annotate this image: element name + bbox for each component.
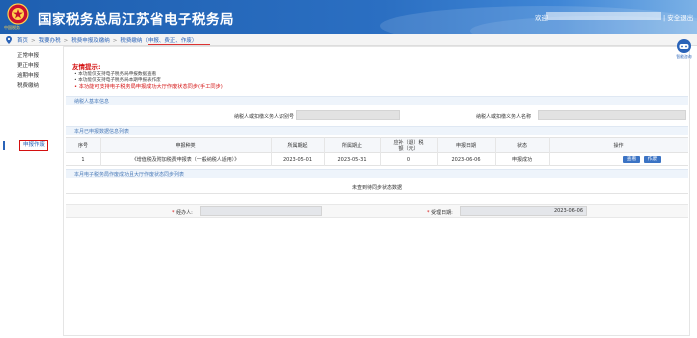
sidebar-item-correction-declaration[interactable]: 更正申报 xyxy=(8,62,48,71)
basic-info-section-header xyxy=(66,96,688,105)
site-title: 国家税务总局江苏省电子税务局 xyxy=(38,12,234,28)
empty-state-text: 未查到待同步状态数据 xyxy=(66,182,688,194)
th-declare-date: 申报日期 xyxy=(455,143,476,149)
tip-line-3: • 本功能可支持电子税务局申报成功大厅作废状态同步(手工同步) xyxy=(74,84,223,90)
sidebar-item-tax-payment[interactable]: 税费缴纳 xyxy=(8,82,48,91)
th-index: 序号 xyxy=(77,143,88,149)
th-period-start: 所属期起 xyxy=(287,143,308,149)
logo-caption: 中国税务 xyxy=(4,25,20,30)
status-badge: 申报成功 xyxy=(511,157,532,163)
handler-label: * 经办人: xyxy=(172,210,193,216)
signoff-row xyxy=(66,204,688,218)
declared-table-header: 序号 申报种类 所属期起 所属期止 应补（退）税额（元） 申报日期 状态 操作 xyxy=(66,137,688,153)
cell-index: 1 xyxy=(81,156,85,163)
username-redacted xyxy=(546,12,661,20)
smart-consult-label: 智能咨询 xyxy=(676,54,692,59)
th-status: 状态 xyxy=(516,143,527,149)
chat-bot-icon xyxy=(677,39,691,53)
location-pin-icon xyxy=(6,36,12,44)
declared-section-header xyxy=(66,126,688,135)
table-divider xyxy=(324,137,325,166)
tax-emblem-icon xyxy=(7,3,29,25)
taxpayer-name-field[interactable] xyxy=(538,110,686,120)
th-declaration-type: 申报种类 xyxy=(175,143,196,149)
table-divider xyxy=(495,137,496,166)
hall-sync-section-title: 本月电子税务局作废成功且大厅作废状态同步列表 xyxy=(74,172,185,178)
void-button[interactable]: 作废 xyxy=(644,156,661,163)
th-period-end: 所属期止 xyxy=(341,143,362,149)
cell-declaration-type: 《增值税及附加税费申报表（一般纳税人适用）》 xyxy=(131,157,240,163)
smart-consult-widget[interactable]: 智能咨询 xyxy=(671,37,697,59)
breadcrumb-highlight xyxy=(148,44,210,45)
handler-field[interactable] xyxy=(200,206,322,216)
breadcrumb-tax-handling[interactable]: 我要办税 xyxy=(39,38,61,44)
logout-link[interactable]: | 安全退出 xyxy=(663,12,693,22)
basic-info-section-title: 纳税人基本信息 xyxy=(74,99,110,105)
cell-declare-date: 2023-06-06 xyxy=(451,156,481,163)
date-field[interactable]: 2023-06-06 xyxy=(460,206,587,216)
th-amount: 应补（退）税额（元） xyxy=(393,140,424,152)
cell-amount: 0 xyxy=(406,156,411,163)
declared-section-title: 本月已申报数据信息列表 xyxy=(74,129,130,135)
sidebar-item-overdue-declaration[interactable]: 逾期申报 xyxy=(8,72,48,81)
taxpayer-id-label: 纳税人或扣缴义务人识别号 xyxy=(234,114,295,120)
date-label: * 受理日期: xyxy=(427,210,453,216)
th-actions: 操作 xyxy=(613,143,624,149)
page: 中国税务 国家税务总局江苏省电子税务局 欢迎 | 安全退出 首页 > 我要办税 > 税费… xyxy=(0,0,697,338)
table-divider xyxy=(271,137,272,166)
tips-title: 友情提示: xyxy=(72,63,101,71)
sidebar-item-void-declaration[interactable]: 申报作废 xyxy=(14,141,54,150)
view-button[interactable]: 查看 xyxy=(623,156,640,163)
breadcrumb-trail: 首页 > 我要办税 > 税费申报及缴纳 > 税费缴纳（申报、费正、作废） xyxy=(17,38,198,44)
breadcrumb-declare-pay[interactable]: 税费申报及缴纳 xyxy=(71,38,110,44)
breadcrumb: 首页 > 我要办税 > 税费申报及缴纳 > 税费缴纳（申报、费正、作废） xyxy=(0,34,697,46)
sidebar-item-normal-declaration[interactable]: 正常申报 xyxy=(8,52,48,61)
site-header: 中国税务 国家税务总局江苏省电子税务局 欢迎 | 安全退出 xyxy=(0,0,697,34)
table-divider xyxy=(100,137,101,166)
sidebar: 正常申报 更正申报 逾期申报 税费缴纳 申报作废 xyxy=(0,46,63,338)
sidebar-active-indicator xyxy=(3,141,5,150)
taxpayer-id-field[interactable] xyxy=(296,110,400,120)
table-divider xyxy=(549,137,550,166)
table-divider xyxy=(380,137,381,166)
main-panel: 友情提示: • 本功能仅支持电子税务局申报数据查看 • 本功能仅支持电子税务局本… xyxy=(63,46,690,336)
breadcrumb-home[interactable]: 首页 xyxy=(17,38,28,44)
cell-period-end: 2023-05-31 xyxy=(337,156,367,163)
cell-period-start: 2023-05-01 xyxy=(282,156,313,163)
table-divider xyxy=(437,137,438,166)
taxpayer-name-label: 纳税人或扣缴义务人名称 xyxy=(476,114,532,120)
table-row: 1 《增值税及附加税费申报表（一般纳税人适用）》 2023-05-01 2023… xyxy=(66,153,688,166)
